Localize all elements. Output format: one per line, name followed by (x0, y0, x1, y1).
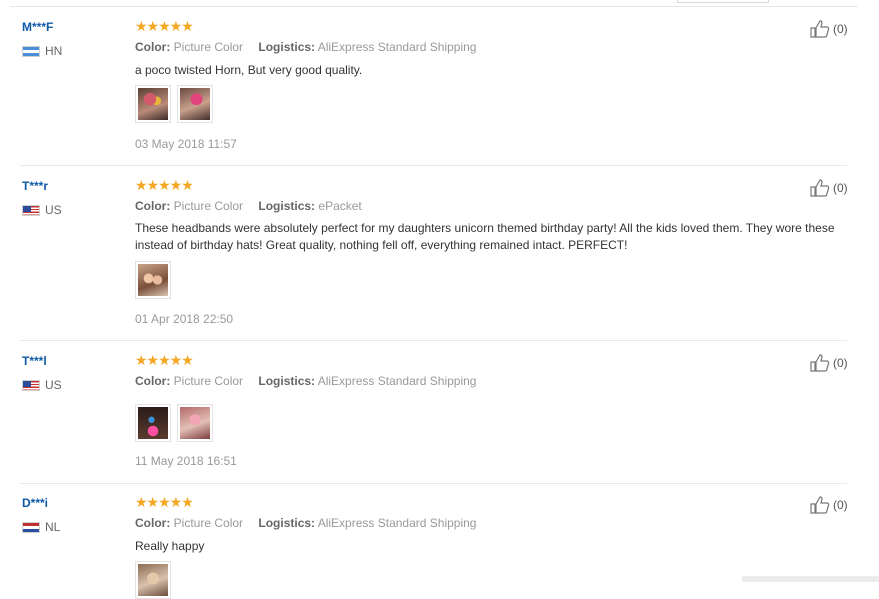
top-edge (0, 0, 879, 8)
thumbs-up-icon (810, 496, 830, 514)
bottom-scroll-strip (742, 576, 879, 582)
star-rating: ★★★★★ (135, 177, 194, 193)
thumbs-up-icon (810, 20, 830, 38)
review-photo[interactable] (135, 404, 171, 442)
review-photos (135, 561, 171, 599)
country-code: US (45, 203, 62, 217)
review-divider (20, 165, 847, 166)
photo-image (180, 407, 210, 439)
review-date: 01 Apr 2018 22:50 (135, 312, 234, 326)
color-value: Picture Color (173, 40, 244, 54)
review-attributes: Color: Picture Color Logistics: AliExpre… (135, 516, 476, 530)
review-photos (135, 85, 213, 123)
photo-image (138, 264, 168, 296)
country-code: US (45, 378, 62, 392)
review-divider (20, 340, 847, 341)
review-date: 11 May 2018 16:51 (135, 454, 237, 468)
helpful-button[interactable]: (0) (810, 20, 848, 38)
review-date: 03 May 2018 11:57 (135, 137, 237, 151)
logistics-value: AliExpress Standard Shipping (317, 516, 477, 530)
star-rating: ★★★★★ (135, 352, 194, 368)
logistics-value: ePacket (318, 199, 362, 213)
helpful-count: (0) (833, 356, 848, 370)
color-label: Color: (135, 374, 171, 388)
divider (10, 6, 858, 7)
reviewer-name: T***r (22, 179, 49, 193)
color-label: Color: (135, 199, 171, 213)
reviewer-country: HN (22, 44, 62, 58)
logistics-label: Logistics: (258, 199, 316, 213)
country-code: NL (45, 520, 61, 534)
review-attributes: Color: Picture Color Logistics: ePacket (135, 199, 362, 213)
color-value: Picture Color (173, 374, 244, 388)
reviewer-country: US (22, 378, 62, 392)
review-photos (135, 404, 213, 442)
color-label: Color: (135, 40, 171, 54)
helpful-button[interactable]: (0) (810, 179, 848, 197)
review-text: Really happy (135, 539, 205, 553)
star-rating: ★★★★★ (135, 18, 194, 34)
reviewer-name: M***F (22, 20, 54, 34)
reviewer-name: T***l (22, 354, 47, 368)
reviewer-name: D***i (22, 496, 49, 510)
country-code: HN (45, 44, 63, 58)
helpful-count: (0) (833, 498, 848, 512)
review-photo[interactable] (177, 404, 213, 442)
review-photo[interactable] (177, 85, 213, 123)
color-value: Picture Color (173, 199, 244, 213)
review-photo[interactable] (135, 85, 171, 123)
logistics-label: Logistics: (258, 374, 316, 388)
photo-image (138, 564, 168, 596)
review-photo[interactable] (135, 261, 171, 299)
helpful-button[interactable]: (0) (810, 496, 848, 514)
star-rating: ★★★★★ (135, 494, 194, 510)
logistics-value: AliExpress Standard Shipping (317, 40, 477, 54)
flag-icon (22, 379, 40, 391)
review-photos (135, 261, 171, 299)
color-value: Picture Color (173, 516, 244, 530)
logistics-label: Logistics: (258, 516, 316, 530)
flag-icon (22, 521, 40, 533)
review-attributes: Color: Picture Color Logistics: AliExpre… (135, 374, 476, 388)
photo-image (138, 88, 168, 120)
logistics-label: Logistics: (258, 40, 316, 54)
reviewer-country: US (22, 203, 62, 217)
logistics-value: AliExpress Standard Shipping (317, 374, 477, 388)
review-attributes: Color: Picture Color Logistics: AliExpre… (135, 40, 476, 54)
helpful-button[interactable]: (0) (810, 354, 848, 372)
color-label: Color: (135, 516, 171, 530)
flag-icon (22, 204, 40, 216)
review-photo[interactable] (135, 561, 171, 599)
helpful-count: (0) (833, 22, 848, 36)
review-text: a poco twisted Horn, But very good quali… (135, 63, 363, 77)
thumbs-up-icon (810, 179, 830, 197)
review-divider (20, 483, 847, 484)
thumbs-up-icon (810, 354, 830, 372)
flag-icon (22, 45, 40, 57)
sort-select-edge[interactable] (677, 0, 769, 3)
photo-image (138, 407, 168, 439)
helpful-count: (0) (833, 181, 848, 195)
review-text: These headbands were absolutely perfect … (135, 221, 835, 252)
reviewer-country: NL (22, 520, 60, 534)
photo-image (180, 88, 210, 120)
